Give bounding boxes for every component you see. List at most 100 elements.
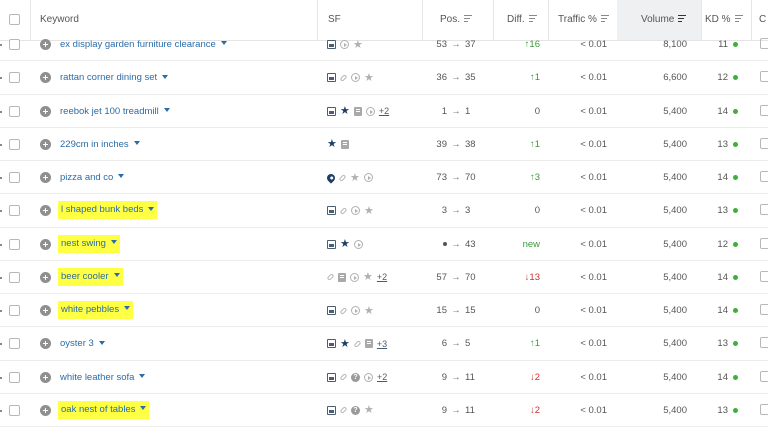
row-right-checkbox[interactable] [760,38,768,49]
video-icon[interactable] [351,306,360,315]
keyword-link[interactable]: white leather sofa [60,361,146,394]
row-checkbox[interactable] [9,39,20,50]
row-checkbox[interactable] [9,138,20,150]
row-checkbox[interactable] [9,371,20,383]
star-icon[interactable]: ★ [363,272,373,283]
video-icon[interactable] [340,40,349,49]
add-keyword-icon[interactable] [40,371,51,383]
serp-feature-icon[interactable] [327,405,336,415]
chevron-down-icon[interactable] [118,174,125,179]
chevron-down-icon[interactable] [98,340,105,345]
row-right-checkbox[interactable] [760,304,768,315]
keyword-link[interactable]: ex display garden furniture clearance [60,28,227,61]
row-right-checkbox[interactable] [760,137,768,149]
star-filled-icon[interactable]: ★ [340,338,350,349]
more-sf-link[interactable]: +2 [379,106,389,116]
video-icon[interactable] [350,272,359,282]
chevron-down-icon[interactable] [139,373,146,378]
link-icon[interactable] [339,406,348,415]
review-icon[interactable] [338,272,346,282]
row-checkbox[interactable] [9,238,20,250]
keyword-link[interactable]: beer cooler [58,267,123,286]
video-icon[interactable] [353,239,363,249]
row-checkbox[interactable] [9,338,20,350]
chevron-down-icon[interactable] [124,306,131,311]
review-icon[interactable] [340,139,349,149]
chevron-down-icon[interactable] [133,141,140,146]
row-checkbox[interactable] [9,404,20,416]
row-right-checkbox[interactable] [760,71,768,83]
keyword-link[interactable]: oak nest of tables [58,400,150,419]
serp-feature-icon[interactable] [327,106,336,116]
star-icon[interactable]: ★ [353,39,363,50]
serp-feature-icon[interactable] [327,206,336,216]
row-right-checkbox[interactable] [760,104,768,116]
video-icon[interactable] [351,73,360,83]
chevron-down-icon[interactable] [113,273,120,278]
question-icon[interactable]: ? [351,405,360,415]
link-icon[interactable] [339,373,348,381]
star-icon[interactable]: ★ [350,172,360,183]
row-checkbox[interactable] [9,72,20,84]
chevron-down-icon[interactable] [163,107,170,112]
row-checkbox[interactable] [9,205,20,217]
add-keyword-icon[interactable] [40,172,51,183]
row-right-checkbox[interactable] [760,337,768,349]
row-checkbox[interactable] [9,105,20,117]
add-keyword-icon[interactable] [40,238,51,250]
add-keyword-icon[interactable] [40,404,51,416]
keyword-link[interactable]: 229cm in inches [60,128,140,161]
link-icon[interactable] [338,173,347,182]
link-icon[interactable] [339,206,348,215]
review-icon[interactable] [364,339,373,349]
chevron-down-icon[interactable] [148,206,155,211]
video-icon[interactable] [365,106,375,116]
more-sf-link[interactable]: +2 [377,272,387,282]
serp-feature-icon[interactable] [327,306,336,315]
video-icon[interactable] [363,173,373,182]
link-icon[interactable] [339,73,348,82]
star-icon[interactable]: ★ [364,205,374,216]
chevron-down-icon[interactable] [140,406,147,411]
add-keyword-icon[interactable] [40,72,51,84]
serp-feature-icon[interactable] [327,40,336,49]
row-right-checkbox[interactable] [760,204,768,216]
link-icon[interactable] [339,306,348,315]
serp-feature-icon[interactable] [327,372,336,382]
keyword-link[interactable]: nest swing [58,234,120,253]
star-icon[interactable]: ★ [364,72,374,83]
star-icon[interactable]: ★ [364,405,374,416]
video-icon[interactable] [364,372,373,382]
row-right-checkbox[interactable] [760,171,768,182]
more-sf-link[interactable]: +3 [377,339,387,349]
star-filled-icon[interactable]: ★ [327,139,337,150]
keyword-link[interactable]: pizza and co [60,161,125,194]
select-all-checkbox[interactable] [9,14,20,25]
star-filled-icon[interactable]: ★ [340,106,350,117]
keyword-link[interactable]: reebok jet 100 treadmill [60,95,170,128]
question-icon[interactable]: ? [351,372,360,382]
video-icon[interactable] [351,206,360,216]
link-icon[interactable] [326,273,335,282]
serp-feature-icon[interactable] [327,73,336,83]
row-right-checkbox[interactable] [760,370,768,382]
add-keyword-icon[interactable] [40,39,51,50]
row-checkbox[interactable] [9,305,20,316]
chevron-down-icon[interactable] [162,74,169,79]
serp-feature-icon[interactable] [327,339,336,349]
map-pin-icon[interactable] [325,171,337,184]
keyword-link[interactable]: white pebbles [58,301,134,319]
row-right-checkbox[interactable] [760,403,768,415]
add-keyword-icon[interactable] [40,205,51,217]
add-keyword-icon[interactable] [40,271,51,283]
star-icon[interactable]: ★ [364,305,374,316]
more-sf-link[interactable]: +2 [377,372,387,382]
row-right-checkbox[interactable] [760,270,768,282]
review-icon[interactable] [353,106,362,116]
add-keyword-icon[interactable] [40,305,51,316]
link-icon[interactable] [353,339,362,348]
star-filled-icon[interactable]: ★ [340,239,350,250]
row-checkbox[interactable] [9,271,20,283]
chevron-down-icon[interactable] [220,41,227,46]
row-right-checkbox[interactable] [760,237,768,249]
